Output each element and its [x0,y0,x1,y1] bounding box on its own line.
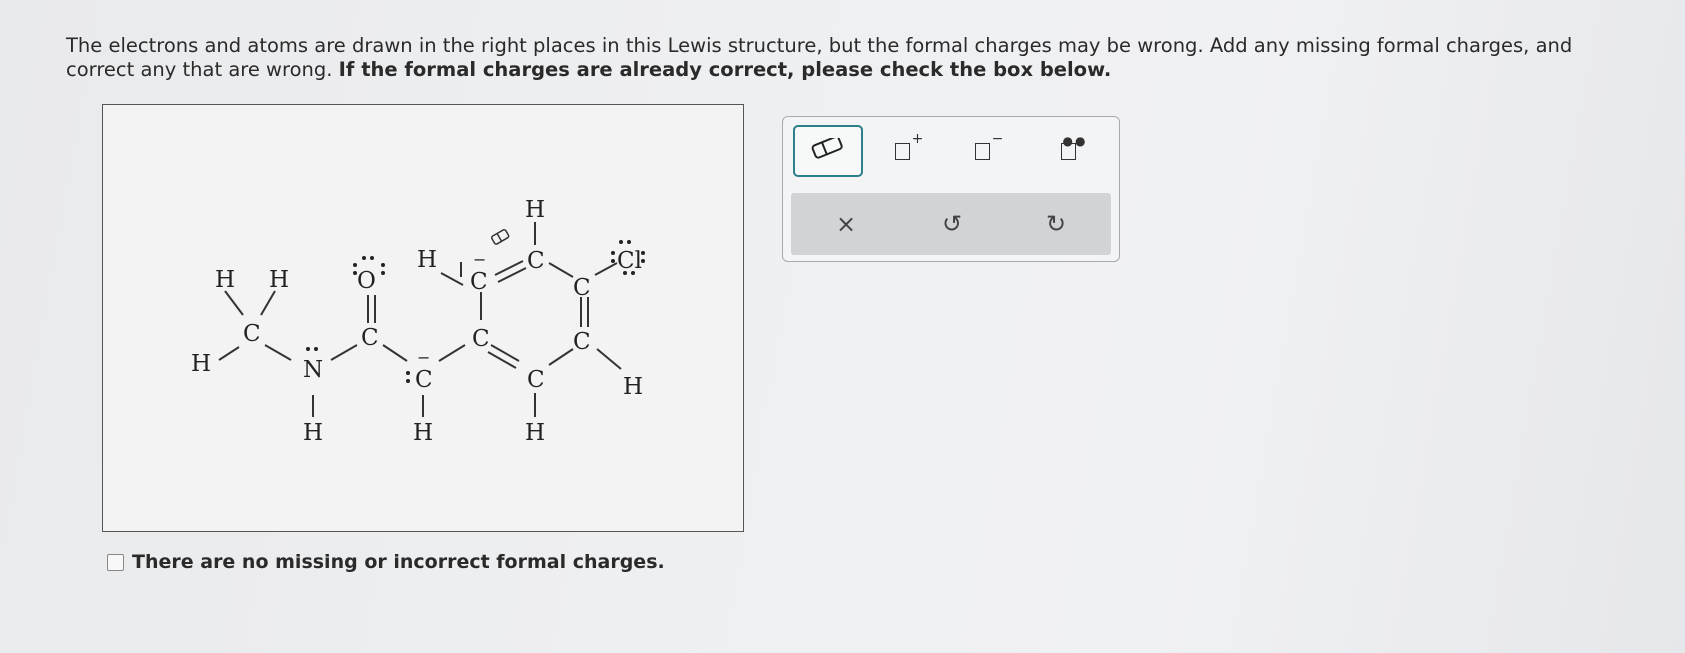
atom-cl[interactable]: Cl [617,248,642,274]
eraser-cursor-icon [490,228,510,245]
undo-button[interactable]: ↺ [927,205,977,243]
no-errors-checkbox-row[interactable]: There are no missing or incorrect formal… [107,551,665,573]
formal-charge-minus[interactable]: − [417,348,430,367]
atom-h[interactable]: H [525,197,545,223]
no-errors-checkbox[interactable] [107,553,124,571]
atom-h[interactable]: H [191,351,211,377]
lewis-structure-drawing: H H C H N H O C C H C C H H C C Cl C H C… [191,197,645,446]
prompt-bold-text: If the formal charges are already correc… [338,58,1112,81]
atom-c[interactable]: C [573,329,591,355]
atom-h[interactable]: H [623,374,643,400]
atom-h[interactable]: H [417,247,437,273]
atom-c[interactable]: C [527,367,545,393]
atom-c[interactable]: C [243,321,261,347]
atom-n[interactable]: N [303,357,323,383]
eraser-icon [811,138,843,159]
clear-button[interactable]: × [821,205,871,243]
atom-h[interactable]: H [269,267,289,293]
negative-charge-button[interactable]: − [953,125,1023,177]
redo-button[interactable]: ↻ [1031,205,1081,243]
action-bar: × ↺ ↻ [791,193,1111,255]
charge-toolbar: + − ●● × ↺ ↻ [782,116,1120,262]
minus-sign: − [991,131,1004,147]
lewis-structure-canvas[interactable]: H H C H N H O C C H C C H H C C Cl C H C… [102,104,744,532]
atom-c[interactable]: C [527,248,545,274]
negative-charge-icon [974,142,990,160]
atom-c[interactable]: C [470,269,488,295]
atom-h[interactable]: H [525,420,545,446]
eraser-tool-button[interactable] [793,125,863,177]
atom-h[interactable]: H [303,420,323,446]
lone-pair-button[interactable]: ●● [1033,125,1103,177]
plus-sign: + [911,131,924,147]
positive-charge-icon [894,142,910,160]
atom-c[interactable]: C [361,325,379,351]
atom-h[interactable]: H [413,420,433,446]
no-errors-checkbox-label[interactable]: There are no missing or incorrect formal… [132,551,665,573]
question-prompt: The electrons and atoms are drawn in the… [66,34,1626,82]
atom-h[interactable]: H [215,267,235,293]
atom-c[interactable]: C [415,367,433,393]
lone-pair-icon: ●● [1060,134,1085,160]
atom-o[interactable]: O [357,268,376,294]
lone-pair-dots: ●● [1062,133,1088,148]
positive-charge-button[interactable]: + [873,125,943,177]
atom-c[interactable]: C [472,326,490,352]
formal-charge-minus[interactable]: − [473,250,486,269]
atom-c[interactable]: C [573,275,591,301]
